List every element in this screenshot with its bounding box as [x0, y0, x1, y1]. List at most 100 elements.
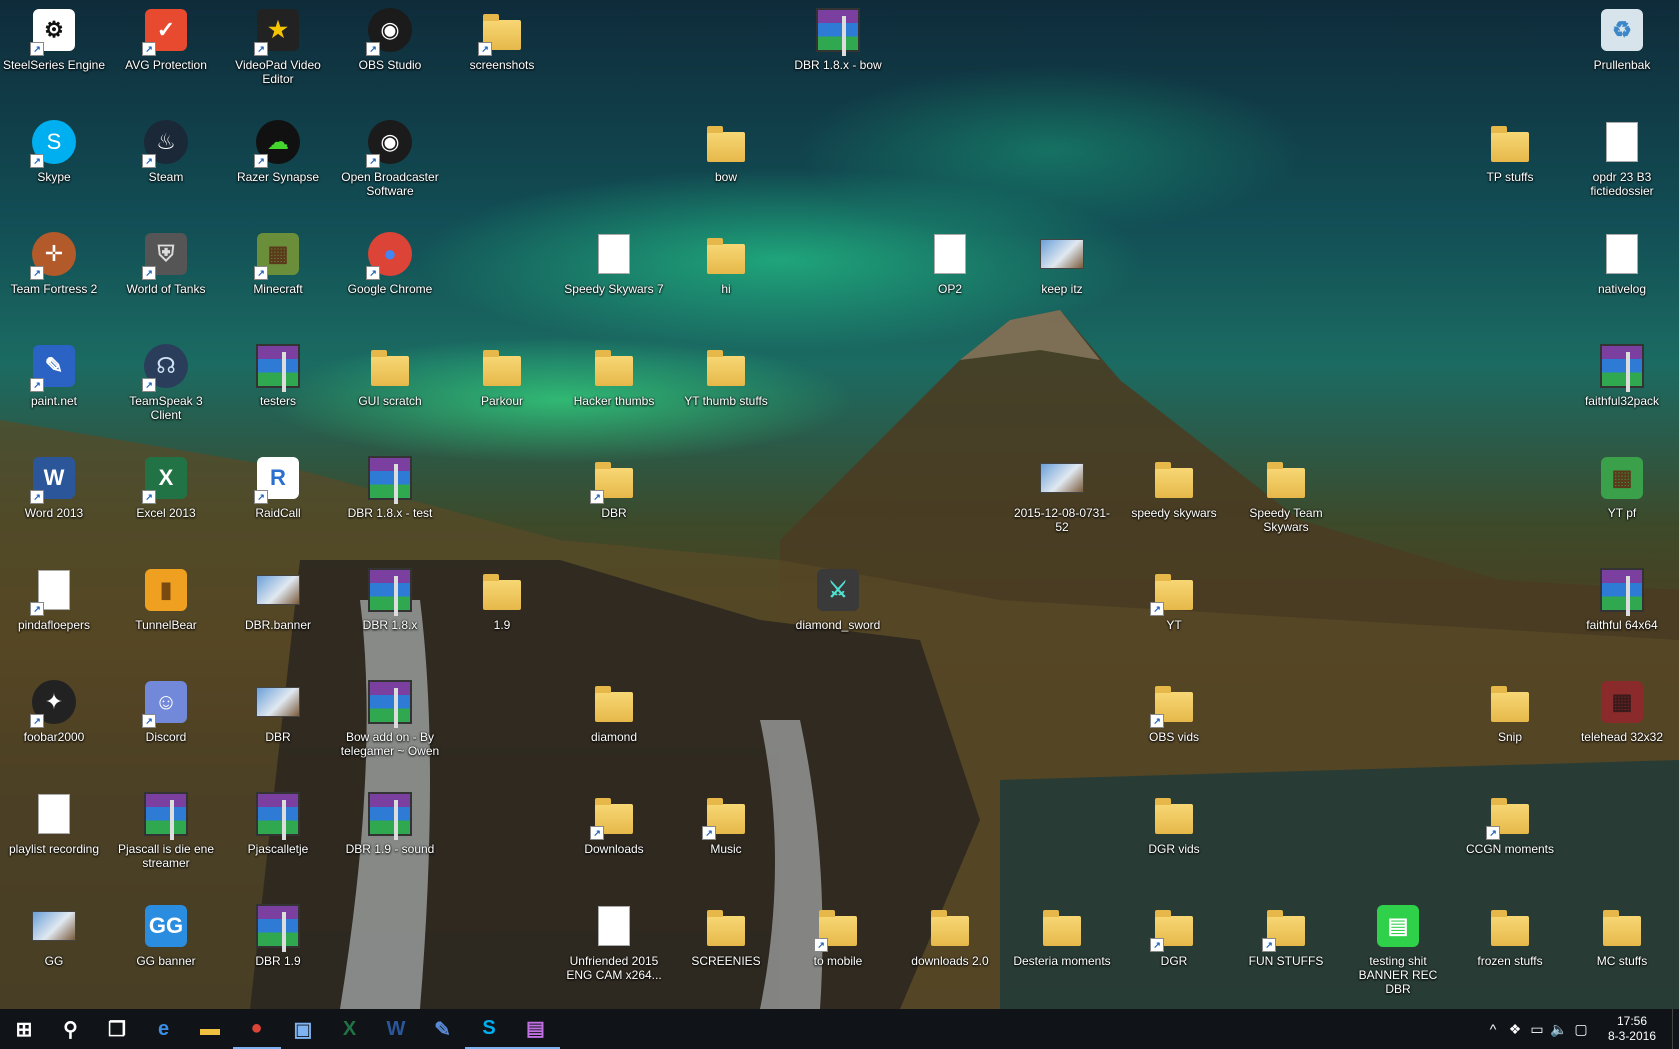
folder-icon	[1484, 116, 1536, 168]
dropbox-icon[interactable]: ❖	[1504, 1021, 1526, 1038]
desktop-icon[interactable]: faithful 64x64	[1568, 564, 1676, 632]
desktop-icon[interactable]: ⚔ diamond_sword	[784, 564, 892, 632]
desktop-icon[interactable]: X ↗ Excel 2013	[112, 452, 220, 520]
desktop-icon[interactable]: Pjascall is die ene streamer	[112, 788, 220, 870]
desktop-icon[interactable]: ♨ ↗ Steam	[112, 116, 220, 184]
desktop-icon[interactable]: S ↗ Skype	[0, 116, 108, 184]
desktop-icon[interactable]: DBR 1.8.x - test	[336, 452, 444, 520]
desktop-icon[interactable]: MC stuffs	[1568, 900, 1676, 968]
desktop-icon[interactable]: ▤ testing shit BANNER REC DBR	[1344, 900, 1452, 996]
desktop-icon[interactable]: GG GG banner	[112, 900, 220, 968]
desktop-icon[interactable]: ✦ ↗ foobar2000	[0, 676, 108, 744]
desktop-icon[interactable]: ↗ Music	[672, 788, 780, 856]
control-panel-button[interactable]: ▣	[279, 1009, 327, 1049]
show-desktop-button[interactable]	[1672, 1009, 1679, 1049]
desktop-icon[interactable]: Snip	[1456, 676, 1564, 744]
desktop-icon[interactable]: ↗ Downloads	[560, 788, 668, 856]
desktop-icon[interactable]: testers	[224, 340, 332, 408]
file-explorer-button[interactable]: ▬	[186, 1009, 234, 1049]
word-button[interactable]: W	[372, 1009, 420, 1049]
desktop-icon[interactable]: Bow add on - By telegamer ~ Owen	[336, 676, 444, 758]
desktop-icon[interactable]: YT thumb stuffs	[672, 340, 780, 408]
desktop-icon[interactable]: ☁ ↗ Razer Synapse	[224, 116, 332, 184]
desktop-icon[interactable]: ☺ ↗ Discord	[112, 676, 220, 744]
desktop-icon[interactable]: ♻ Prullenbak	[1568, 4, 1676, 72]
desktop-icon[interactable]: frozen stuffs	[1456, 900, 1564, 968]
desktop-icon[interactable]: W ↗ Word 2013	[0, 452, 108, 520]
desktop-icon[interactable]: DBR 1.8.x	[336, 564, 444, 632]
desktop-icon[interactable]: ⛨ ↗ World of Tanks	[112, 228, 220, 296]
desktop-icon[interactable]: keep itz	[1008, 228, 1116, 296]
desktop-icon[interactable]: downloads 2.0	[896, 900, 1004, 968]
paintnet-button[interactable]: ✎	[419, 1009, 467, 1049]
desktop-icon[interactable]: R ↗ RaidCall	[224, 452, 332, 520]
desktop-icon[interactable]: ▮ TunnelBear	[112, 564, 220, 632]
desktop-icon[interactable]: diamond	[560, 676, 668, 744]
desktop-icon[interactable]: faithful32pack	[1568, 340, 1676, 408]
desktop-icon[interactable]: Speedy Skywars 7	[560, 228, 668, 296]
action-center-icon[interactable]: ▢	[1570, 1021, 1592, 1038]
desktop-icon[interactable]: DGR vids	[1120, 788, 1228, 856]
desktop-icon[interactable]: DBR 1.8.x - bow	[784, 4, 892, 72]
desktop-icon[interactable]: ◉ ↗ Open Broadcaster Software	[336, 116, 444, 198]
desktop-icon[interactable]: ▦ YT pf	[1568, 452, 1676, 520]
desktop-icon[interactable]: Parkour	[448, 340, 556, 408]
desktop-icon[interactable]: ↗ screenshots	[448, 4, 556, 72]
chrome-button[interactable]: ●	[232, 1009, 281, 1049]
volume-icon[interactable]: 🔈	[1548, 1021, 1570, 1038]
desktop-icon[interactable]: Speedy Team Skywars	[1232, 452, 1340, 534]
desktop-icon[interactable]: Hacker thumbs	[560, 340, 668, 408]
desktop-icon[interactable]: OP2	[896, 228, 1004, 296]
desktop-icon[interactable]: ↗ DBR	[560, 452, 668, 520]
desktop-icon[interactable]: bow	[672, 116, 780, 184]
chevron-up-icon[interactable]: ^	[1482, 1021, 1504, 1038]
desktop-icon[interactable]: SCREENIES	[672, 900, 780, 968]
skype-button[interactable]: S	[465, 1009, 513, 1049]
desktop-icon[interactable]: ↗ CCGN moments	[1456, 788, 1564, 856]
desktop-icon[interactable]: 1.9	[448, 564, 556, 632]
winrar-button[interactable]: ▤	[511, 1009, 560, 1049]
desktop-icon[interactable]: DBR.banner	[224, 564, 332, 632]
desktop-icon[interactable]: ↗ pindafloepers	[0, 564, 108, 632]
desktop-icon[interactable]: opdr 23 B3 fictiedossier	[1568, 116, 1676, 198]
clock[interactable]: 17:56 8-3-2016	[1592, 1014, 1672, 1044]
excel-button[interactable]: X	[326, 1009, 374, 1049]
desktop-icon[interactable]: ☊ ↗ TeamSpeak 3 Client	[112, 340, 220, 422]
desktop-icon[interactable]: GUI scratch	[336, 340, 444, 408]
desktop-icon[interactable]: 2015-12-08-0731-52	[1008, 452, 1116, 534]
desktop-icon[interactable]: ⚙ ↗ SteelSeries Engine	[0, 4, 108, 72]
desktop-icon[interactable]: DBR 1.9	[224, 900, 332, 968]
desktop-icon[interactable]: playlist recording	[0, 788, 108, 856]
desktop-icon[interactable]: Pjascalletje	[224, 788, 332, 856]
desktop-icon-label: OP2	[937, 282, 962, 296]
desktop-icon[interactable]: ▦ telehead 32x32	[1568, 676, 1676, 744]
desktop-icon[interactable]: ↗ FUN STUFFS	[1232, 900, 1340, 968]
desktop-icon[interactable]: ✎ ↗ paint.net	[0, 340, 108, 408]
desktop-icon[interactable]: hi	[672, 228, 780, 296]
desktop-icon[interactable]: DBR	[224, 676, 332, 744]
start-button[interactable]: ⊞	[0, 1009, 48, 1049]
desktop-icon[interactable]: speedy skywars	[1120, 452, 1228, 520]
desktop-icon[interactable]: ✛ ↗ Team Fortress 2	[0, 228, 108, 296]
desktop-icon[interactable]: Unfriended 2015 ENG CAM x264...	[560, 900, 668, 982]
desktop-icon[interactable]: ◉ ↗ OBS Studio	[336, 4, 444, 72]
desktop-icon[interactable]: ● ↗ Google Chrome	[336, 228, 444, 296]
desktop[interactable]: ⚙ ↗ SteelSeries Engine ✓ ↗ AVG Protection ★ ↗ Vi…	[0, 0, 1679, 1009]
desktop-icon[interactable]: ↗ YT	[1120, 564, 1228, 632]
clock-time: 17:56	[1616, 1014, 1648, 1028]
edge-button[interactable]: e	[140, 1009, 188, 1049]
network-icon[interactable]: ▭	[1526, 1021, 1548, 1038]
desktop-icon[interactable]: GG	[0, 900, 108, 968]
desktop-icon[interactable]: ↗ DGR	[1120, 900, 1228, 968]
desktop-icon[interactable]: ▦ ↗ Minecraft	[224, 228, 332, 296]
desktop-icon[interactable]: ★ ↗ VideoPad Video Editor	[224, 4, 332, 86]
search-button[interactable]: ⚲	[47, 1009, 95, 1049]
desktop-icon[interactable]: ✓ ↗ AVG Protection	[112, 4, 220, 72]
desktop-icon[interactable]: nativelog	[1568, 228, 1676, 296]
desktop-icon[interactable]: ↗ to mobile	[784, 900, 892, 968]
desktop-icon[interactable]: Desteria moments	[1008, 900, 1116, 968]
task-view-button[interactable]: ❐	[93, 1009, 141, 1049]
desktop-icon[interactable]: TP stuffs	[1456, 116, 1564, 184]
desktop-icon[interactable]: DBR 1.9 - sound	[336, 788, 444, 856]
desktop-icon[interactable]: ↗ OBS vids	[1120, 676, 1228, 744]
